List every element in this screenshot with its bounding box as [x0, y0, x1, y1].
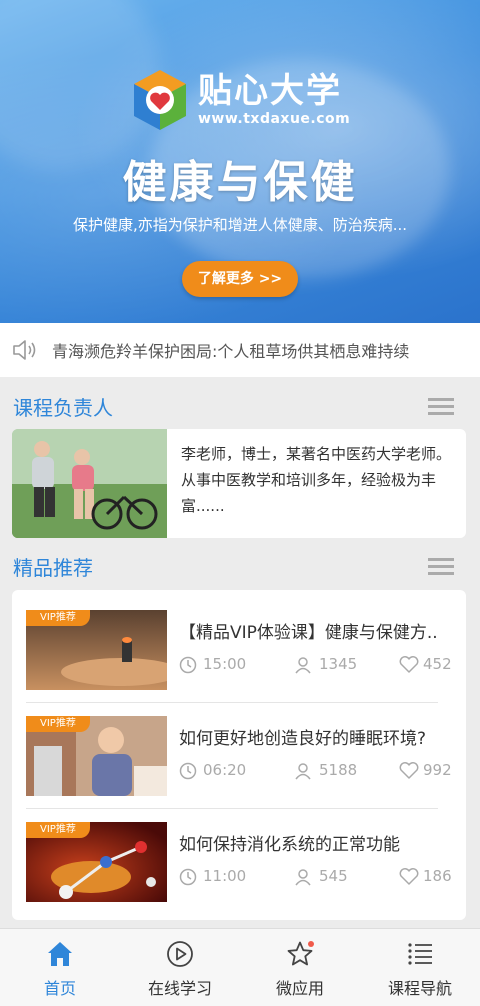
course-meta: 11:00 545 186	[179, 867, 454, 887]
course-duration: 11:00	[203, 867, 247, 885]
course-thumbnail: VIP推荐	[26, 822, 167, 902]
notice-bar[interactable]: 青海濒危羚羊保护困局:个人租草场供其栖息难持续	[0, 323, 480, 377]
heart-icon	[399, 656, 419, 673]
list-icon	[408, 943, 432, 965]
list-item[interactable]: VIP推荐 如何保持消化系统的正常功能 11:00 545 186	[26, 822, 452, 902]
course-thumbnail: VIP推荐	[26, 716, 167, 796]
course-views: 1345	[319, 655, 358, 673]
home-icon	[48, 942, 72, 966]
heart-icon	[399, 762, 419, 779]
tab-label: 首页	[43, 979, 76, 998]
recommend-section-header: 精品推荐	[0, 546, 480, 586]
teacher-card[interactable]: 李老师，博士，某著名中医药大学老师。从事中医教学和培训多年，经验极为丰富....…	[12, 429, 466, 538]
teacher-section-header: 课程负责人	[0, 386, 480, 426]
course-title: 如何保持消化系统的正常功能	[179, 835, 400, 855]
tab-label: 课程导航	[387, 979, 452, 998]
menu-icon[interactable]	[428, 394, 454, 419]
tab-home[interactable]: 首页	[0, 929, 120, 1006]
user-icon	[295, 657, 311, 674]
user-icon	[295, 869, 311, 886]
clock-icon	[179, 762, 197, 780]
teacher-description: 李老师，博士，某著名中医药大学老师。从事中医教学和培训多年，经验极为丰富....…	[181, 445, 452, 515]
course-duration: 06:20	[203, 761, 247, 779]
course-views: 545	[319, 867, 348, 885]
course-meta: 06:20 5188 992	[179, 761, 454, 781]
vip-badge: VIP推荐	[26, 610, 90, 626]
divider	[26, 808, 438, 809]
tab-course-nav[interactable]: 课程导航	[360, 929, 480, 1006]
heart-icon	[399, 868, 419, 885]
notice-text: 青海濒危羚羊保护困局:个人租草场供其栖息难持续	[52, 342, 410, 361]
list-item[interactable]: VIP推荐 【精品VIP体验课】健康与保健方.. 15:00 1345 452	[26, 610, 452, 690]
list-item[interactable]: VIP推荐 如何更好地创造良好的睡眠环境? 06:20 5188 992	[26, 716, 452, 796]
hero-subtitle: 保护健康,亦指为保护和增进人体健康、防治疾病...	[72, 216, 408, 234]
course-likes: 992	[423, 761, 452, 779]
tab-label: 在线学习	[147, 979, 212, 998]
hero-banner: 贴心大学 www.txdaxue.com 健康与保健 保护健康,亦指为保护和增进…	[0, 0, 480, 323]
teacher-section-title: 课程负责人	[13, 395, 113, 420]
user-icon	[295, 763, 311, 780]
course-thumbnail: VIP推荐	[26, 610, 167, 690]
tab-online-learning[interactable]: 在线学习	[120, 929, 240, 1006]
brand-logo: 贴心大学 www.txdaxue.com	[132, 68, 350, 132]
menu-icon[interactable]	[428, 554, 454, 579]
course-duration: 15:00	[203, 655, 247, 673]
brand-url: www.txdaxue.com	[198, 111, 351, 127]
course-likes: 452	[423, 655, 452, 673]
recommend-section-title: 精品推荐	[13, 555, 93, 580]
course-likes: 186	[423, 867, 452, 885]
clock-icon	[179, 656, 197, 674]
tab-label: 微应用	[275, 979, 324, 998]
teacher-photo	[12, 429, 167, 538]
brand-name: 贴心大学	[198, 71, 342, 111]
recommend-list: VIP推荐 【精品VIP体验课】健康与保健方.. 15:00 1345 452 …	[12, 590, 466, 920]
clock-icon	[179, 868, 197, 886]
bottom-tab-bar: 首页 在线学习 微应用 课程导航	[0, 928, 480, 1006]
tab-micro-apps[interactable]: 微应用	[240, 929, 360, 1006]
speaker-icon	[13, 340, 36, 360]
course-meta: 15:00 1345 452	[179, 655, 454, 675]
learn-more-button[interactable]: 了解更多 >>	[182, 261, 298, 297]
course-title: 【精品VIP体验课】健康与保健方..	[179, 623, 438, 643]
vip-badge: VIP推荐	[26, 822, 90, 838]
logo-cube-icon	[134, 70, 186, 130]
course-views: 5188	[319, 761, 358, 779]
hero-title: 健康与保健	[122, 157, 358, 208]
vip-badge: VIP推荐	[26, 716, 90, 732]
course-title: 如何更好地创造良好的睡眠环境?	[179, 729, 427, 749]
play-icon	[167, 941, 193, 967]
notification-dot	[308, 941, 314, 947]
divider	[26, 702, 438, 703]
